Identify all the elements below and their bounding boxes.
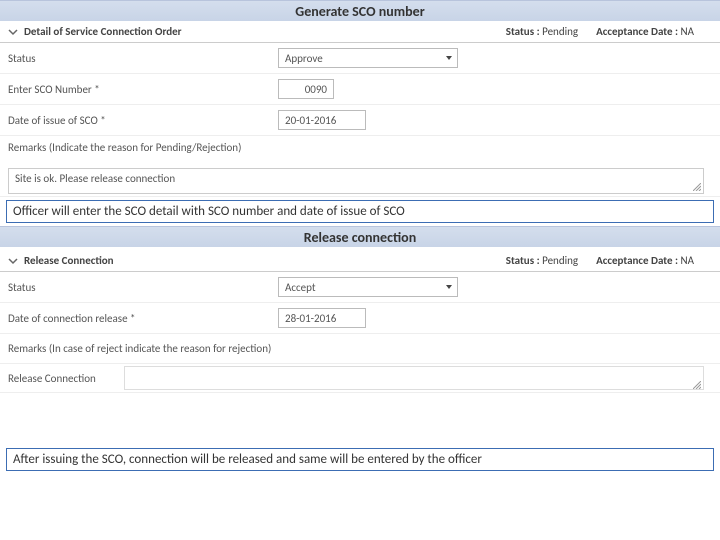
chevron-down-icon	[8, 256, 18, 266]
resize-grip-icon[interactable]	[693, 183, 701, 191]
row-sco-date: Date of issue of SCO 20-01-2016	[0, 105, 720, 136]
status-meta: Status : Pending	[506, 254, 578, 267]
label-status: Status	[8, 52, 278, 65]
panel-title: Detail of Service Connection Order	[24, 25, 182, 38]
caret-down-icon	[445, 54, 453, 62]
label-status-2: Status	[8, 281, 278, 294]
acceptance-meta: Acceptance Date : NA	[596, 25, 694, 38]
acceptance-meta: Acceptance Date : NA	[596, 254, 694, 267]
label-release-date: Date of connection release	[8, 312, 278, 325]
remarks-textarea-wrap: Site is ok. Please release connection	[0, 166, 720, 197]
row-status-2: Status Accept	[0, 272, 720, 303]
sco-date-input[interactable]: 20-01-2016	[278, 110, 366, 130]
panel-header-sco-detail[interactable]: Detail of Service Connection Order Statu…	[0, 21, 720, 43]
row-remarks-label: Remarks (Indicate the reason for Pending…	[0, 136, 720, 166]
row-status: Status Approve	[0, 43, 720, 74]
panel-title: Release Connection	[24, 254, 114, 267]
status-select[interactable]: Approve	[278, 48, 458, 68]
status-select-2[interactable]: Accept	[278, 277, 458, 297]
row-sco-number: Enter SCO Number 0090	[0, 74, 720, 105]
remarks-textarea[interactable]: Site is ok. Please release connection	[8, 168, 704, 194]
row-remarks-2: Remarks (In case of reject indicate the …	[0, 334, 720, 364]
section-heading-generate-sco: Generate SCO number	[0, 0, 720, 21]
row-release-date: Date of connection release 28-01-2016	[0, 303, 720, 334]
row-release-connection: Release Connection	[0, 364, 720, 393]
caret-down-icon	[445, 283, 453, 291]
status-meta: Status : Pending	[506, 25, 578, 38]
chevron-down-icon	[8, 27, 18, 37]
label-remarks-2: Remarks (In case of reject indicate the …	[8, 342, 712, 355]
release-connection-textarea[interactable]	[124, 366, 704, 390]
section-heading-release-connection: Release connection	[0, 226, 720, 247]
release-date-input[interactable]: 28-01-2016	[278, 308, 366, 328]
resize-grip-icon[interactable]	[693, 379, 701, 387]
panel-header-release-connection[interactable]: Release Connection Status : Pending Acce…	[0, 250, 720, 272]
caption-release: After issuing the SCO, connection will b…	[6, 448, 714, 471]
sco-number-input[interactable]: 0090	[278, 79, 334, 99]
label-sco-date: Date of issue of SCO	[8, 114, 278, 127]
caption-sco: Officer will enter the SCO detail with S…	[6, 200, 714, 223]
label-remarks: Remarks (Indicate the reason for Pending…	[8, 141, 241, 165]
label-release-connection: Release Connection	[8, 372, 96, 385]
label-sco-number: Enter SCO Number	[8, 83, 278, 96]
